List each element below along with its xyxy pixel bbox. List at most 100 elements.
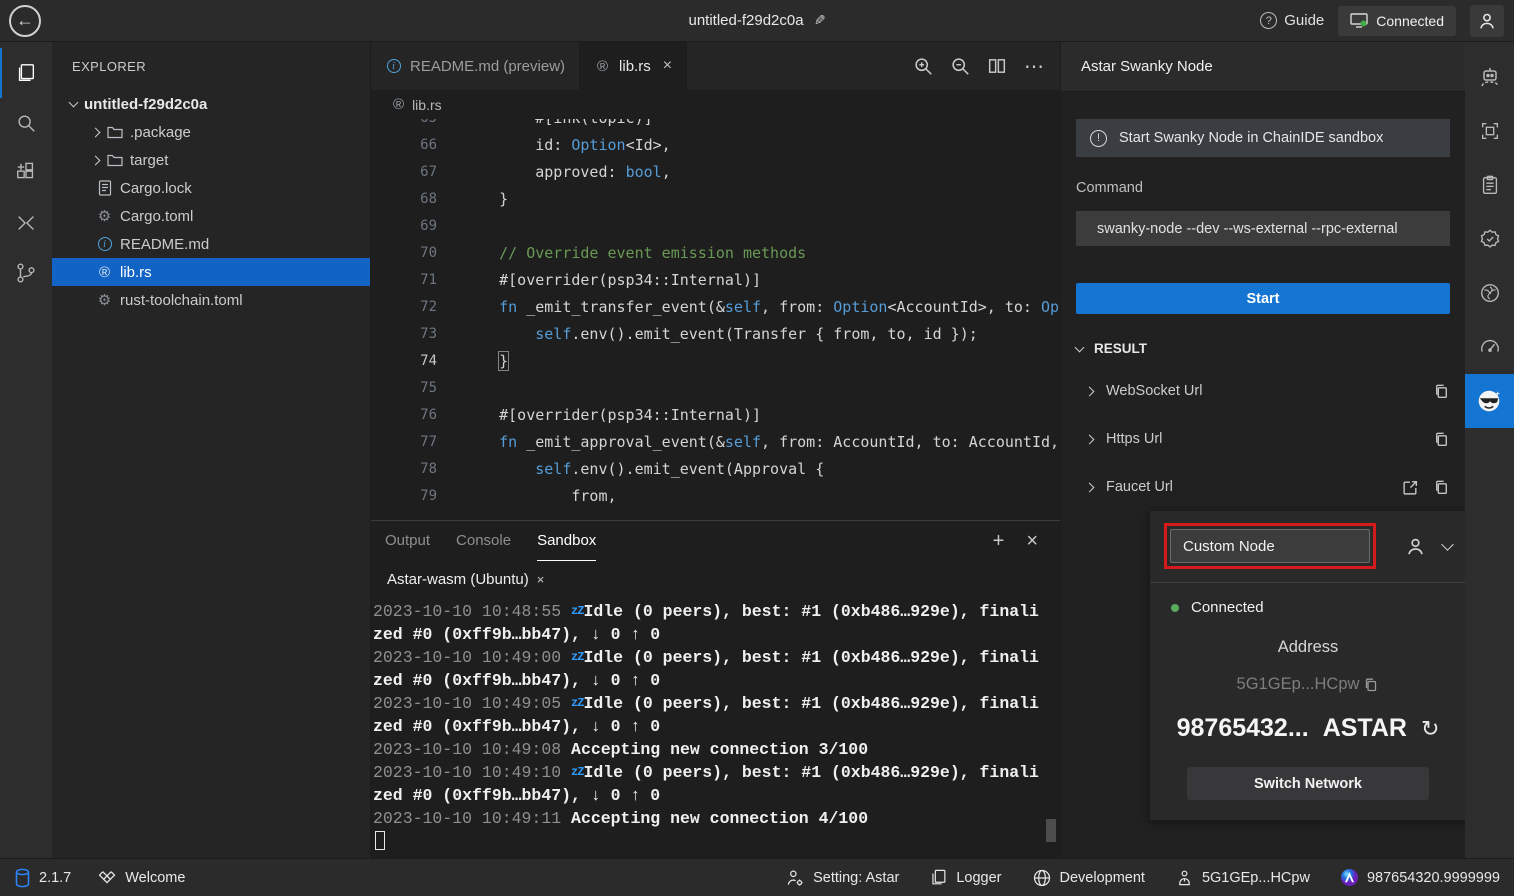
result-row-websocket-url[interactable]: WebSocket Url [1076,378,1450,404]
log-output[interactable]: 2023-10-10 10:48:55 zZIdle (0 peers), be… [371,598,1060,858]
copy-icon[interactable] [1433,383,1450,400]
code-line-77: 77 fn _emit_approval_event(&self, from: … [371,429,1060,456]
code-line-70: 70 // Override event emission methods [371,240,1060,267]
chevron-right-icon [1085,434,1095,444]
chevron-right-icon [1085,386,1095,396]
chevron-down-icon[interactable] [1441,538,1454,551]
statusbar-account-pin[interactable]: 5G1GEp...HCpw [1175,868,1310,887]
handshake-icon [97,868,117,888]
swanky-node-panel: Astar Swanky Node ! Start Swanky Node in… [1060,42,1465,858]
balance: 98765432... ASTAR ↻ [1164,714,1452,743]
code-editor[interactable]: 65 #[ink(topic)]66 id: Option<Id>,67 app… [371,119,1060,520]
guide-button[interactable]: ? Guide [1260,12,1324,29]
sandbox-subtab[interactable]: Astar-wasm (Ubuntu) × [371,561,1060,598]
panel-close-icon[interactable]: × [1026,530,1038,553]
swanky-face-icon[interactable] [1465,374,1514,428]
annotation-highlight: Custom Node [1164,523,1376,569]
search-icon[interactable] [0,98,52,148]
copy-icon[interactable] [1433,479,1450,496]
command-input[interactable]: swanky-node --dev --ws-external --rpc-ex… [1076,211,1450,246]
idle-zzz-icon: zZ [571,696,583,710]
code-line-67: 67 approved: bool, [371,159,1060,186]
tree-item-cargo-lock[interactable]: Cargo.lock [52,174,370,202]
git-branch-icon[interactable] [0,248,52,298]
gear-icon: ⚙ [96,293,113,308]
folder-icon [106,153,123,167]
subtab-close-icon[interactable]: × [537,572,545,587]
account-pin-icon [1175,868,1194,887]
zoom-in-icon[interactable] [914,57,933,76]
copy-icon[interactable] [1363,677,1379,693]
log-line: 2023-10-10 10:49:11 Accepting new connec… [373,807,1042,830]
tree-item-untitled-f29d2c0a[interactable]: untitled-f29d2c0a [52,90,370,118]
clipboard-icon[interactable] [1465,158,1514,212]
address-value: 5G1GEp...HCpw [1164,675,1452,694]
collapse-icon[interactable] [0,198,52,248]
statusbar-user-settings[interactable]: Setting: Astar [785,868,899,888]
zoom-out-icon[interactable] [951,57,970,76]
alert-icon: ! [1090,130,1107,147]
tree-item-rust-toolchain-toml[interactable]: ⚙rust-toolchain.toml [52,286,370,314]
explorer-header: EXPLORER [52,42,370,90]
tree-item-readme-md[interactable]: iREADME.md [52,230,370,258]
more-actions-icon[interactable]: ⋯ [1024,54,1044,79]
idle-zzz-icon: zZ [571,650,583,664]
statusbar-database[interactable]: 2.1.7 [14,868,71,888]
edit-title-icon[interactable]: ✎ [814,12,826,29]
panel-scrollbar[interactable] [1046,819,1056,842]
tree-item-cargo-toml[interactable]: ⚙Cargo.toml [52,202,370,230]
statusbar-astar-token[interactable]: 987654320.9999999 [1340,868,1500,887]
frame-icon[interactable] [1465,104,1514,158]
external-link-icon[interactable] [1402,479,1419,496]
extensions-icon[interactable] [0,148,52,198]
tab-readme-md-preview-[interactable]: i README.md (preview) [371,42,580,90]
chevron-right-icon [91,127,101,137]
question-icon: ? [1260,12,1277,29]
panel-add-icon[interactable]: + [993,530,1005,553]
explorer-sidebar: EXPLORER untitled-f29d2c0a.packagetarget… [52,42,371,858]
statusbar-logger[interactable]: Logger [929,868,1001,887]
robot-icon[interactable] [1465,50,1514,104]
panel-tab-output[interactable]: Output [385,521,430,561]
close-icon[interactable]: × [663,57,672,75]
address-label: Address [1164,638,1452,657]
files-icon[interactable] [0,48,52,98]
panel-tab-console[interactable]: Console [456,521,511,561]
refresh-icon[interactable]: ↻ [1421,716,1439,742]
tree-item-target[interactable]: target [52,146,370,174]
panel-title: Astar Swanky Node [1061,42,1465,92]
split-editor-icon[interactable] [988,57,1006,75]
log-line: 2023-10-10 10:48:55 zZIdle (0 peers), be… [373,600,1042,646]
tree-item--package[interactable]: .package [52,118,370,146]
info-icon: i [385,59,402,73]
copy-icon[interactable] [1433,431,1450,448]
user-settings-icon [785,868,805,888]
title-bar: ← untitled-f29d2c0a ✎ ? Guide Connected [0,0,1514,42]
back-button[interactable]: ← [9,5,41,37]
code-line-75: 75 [371,375,1060,402]
project-title: untitled-f29d2c0a [689,12,804,29]
result-row-https-url[interactable]: Https Url [1076,426,1450,452]
connected-button[interactable]: Connected [1338,6,1456,36]
account-icon[interactable] [1406,537,1425,556]
node-select[interactable]: Custom Node [1170,529,1370,563]
gear-icon: ⚙ [96,209,113,224]
panel-tab-sandbox[interactable]: Sandbox [537,521,596,561]
statusbar-globe[interactable]: Development [1032,868,1145,888]
gauge-icon[interactable] [1465,320,1514,374]
openai-icon[interactable] [1465,266,1514,320]
result-row-faucet-url[interactable]: Faucet Url [1076,474,1450,500]
switch-network-button[interactable]: Switch Network [1187,767,1429,800]
badge-check-icon[interactable] [1465,212,1514,266]
code-line-72: 72 fn _emit_transfer_event(&self, from: … [371,294,1060,321]
code-line-73: 73 self.env().emit_event(Transfer { from… [371,321,1060,348]
tree-item-lib-rs[interactable]: ®lib.rs [52,258,370,286]
avatar[interactable] [1470,5,1504,37]
tab-lib-rs[interactable]: ® lib.rs× [580,42,687,90]
statusbar-handshake[interactable]: Welcome [97,868,185,888]
result-section-header[interactable]: RESULT [1076,341,1450,356]
chevron-down-icon [1075,342,1085,352]
start-button[interactable]: Start [1076,283,1450,314]
breadcrumb[interactable]: ® lib.rs [371,90,1060,119]
file-tree: untitled-f29d2c0a.packagetargetCargo.loc… [52,90,370,314]
